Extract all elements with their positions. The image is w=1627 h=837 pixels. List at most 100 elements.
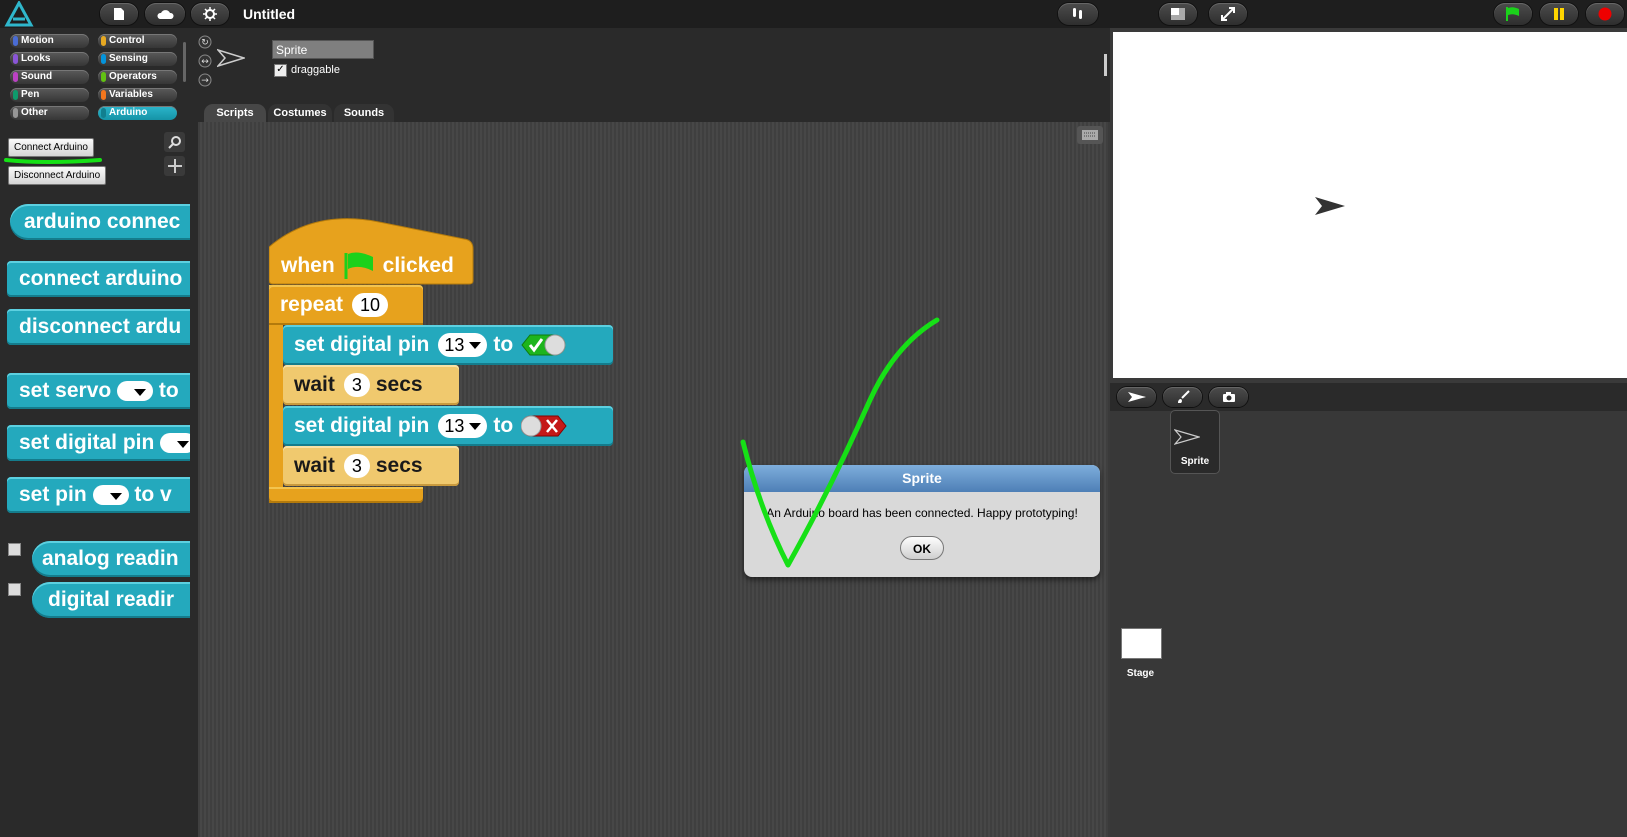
wait-block[interactable]: wait 3 secs bbox=[283, 446, 459, 486]
block-label: set digital pin bbox=[19, 431, 155, 454]
tab-costumes[interactable]: Costumes bbox=[268, 104, 332, 122]
green-flag-icon bbox=[1506, 7, 1519, 21]
category-color-dot bbox=[101, 108, 106, 118]
category-color-dot bbox=[101, 90, 106, 100]
category-color-dot bbox=[101, 54, 106, 64]
set-servo-block[interactable]: set servo to bbox=[7, 373, 190, 409]
boolean-false-toggle[interactable] bbox=[521, 414, 567, 438]
add-block-button[interactable] bbox=[164, 156, 185, 176]
block-label: connect arduino bbox=[19, 267, 183, 290]
wait-block[interactable]: wait 3 secs bbox=[283, 365, 459, 405]
green-flag-button[interactable] bbox=[1494, 3, 1532, 25]
block-label: to bbox=[493, 333, 514, 356]
analog-reading-reporter[interactable]: analog readin bbox=[32, 541, 190, 577]
pin-dropdown[interactable]: 13 bbox=[438, 414, 488, 438]
search-blocks-button[interactable] bbox=[164, 132, 185, 152]
block-label: secs bbox=[375, 454, 423, 477]
wait-seconds-input[interactable]: 3 bbox=[343, 454, 370, 478]
file-menu-button[interactable] bbox=[100, 3, 138, 25]
pause-icon bbox=[1554, 8, 1564, 20]
category-variables[interactable]: Variables bbox=[98, 88, 177, 102]
block-label: set pin bbox=[19, 483, 87, 506]
digital-reading-reporter[interactable]: digital readir bbox=[32, 582, 190, 618]
pin-slot[interactable] bbox=[160, 433, 190, 454]
set-digital-pin-block[interactable]: set digital pin 13 to bbox=[283, 325, 613, 365]
sprite-name-input[interactable]: Sprite bbox=[272, 40, 374, 59]
connect-arduino-block[interactable]: connect arduino bbox=[7, 261, 190, 297]
category-sound[interactable]: Sound bbox=[10, 70, 89, 84]
settings-button[interactable] bbox=[191, 3, 229, 25]
repeat-block-bottom bbox=[269, 487, 423, 503]
cloud-button[interactable] bbox=[145, 3, 185, 25]
boolean-true-toggle[interactable] bbox=[521, 333, 567, 357]
category-sensing[interactable]: Sensing bbox=[98, 52, 177, 66]
category-motion[interactable]: Motion bbox=[10, 34, 89, 48]
sprite-arrow-icon[interactable] bbox=[1314, 196, 1346, 216]
set-digital-pin-block[interactable]: set digital pin 13 to bbox=[283, 406, 613, 446]
tab-sounds[interactable]: Sounds bbox=[334, 104, 394, 122]
servo-slot[interactable] bbox=[117, 381, 154, 402]
category-label: Other bbox=[21, 107, 48, 118]
tab-scripts[interactable]: Scripts bbox=[204, 104, 266, 122]
pin-slot[interactable] bbox=[92, 485, 129, 506]
pause-button[interactable] bbox=[1540, 3, 1578, 25]
category-arduino[interactable]: Arduino bbox=[98, 106, 177, 120]
palette-blocks: arduino connec connect arduino disconnec… bbox=[0, 195, 190, 635]
block-label: wait bbox=[294, 373, 335, 396]
stage-size-button[interactable] bbox=[1159, 3, 1197, 25]
pane-resize-handle[interactable] bbox=[1104, 54, 1107, 76]
category-other[interactable]: Other bbox=[10, 106, 89, 120]
stop-icon bbox=[1598, 7, 1612, 21]
repeat-count-input[interactable]: 10 bbox=[352, 293, 389, 317]
set-digital-pin-block[interactable]: set digital pin bbox=[7, 425, 190, 461]
dropdown-arrow-icon bbox=[469, 341, 482, 349]
category-control[interactable]: Control bbox=[98, 34, 177, 48]
category-selector: Motion Looks Sound Pen Other Control Sen… bbox=[0, 32, 198, 132]
hat-label: when clicked bbox=[281, 251, 454, 281]
svg-text:→: → bbox=[201, 76, 209, 86]
block-label: set digital pin bbox=[294, 414, 430, 437]
camera-sprite-button[interactable] bbox=[1209, 387, 1248, 407]
sprite-thumbnail-arrow-icon bbox=[217, 48, 245, 68]
wait-seconds-input[interactable]: 3 bbox=[343, 373, 370, 397]
category-operators[interactable]: Operators bbox=[98, 70, 177, 84]
repeat-block[interactable]: repeat 10 bbox=[269, 285, 423, 325]
sprite-icon-sprite[interactable]: Sprite bbox=[1170, 410, 1220, 474]
expand-icon bbox=[1221, 7, 1235, 21]
rotation-style-icons[interactable]: ↻ ↔ → bbox=[197, 34, 213, 94]
category-label: Sensing bbox=[109, 53, 148, 64]
disconnect-arduino-block[interactable]: disconnect ardu bbox=[7, 309, 190, 345]
category-pen[interactable]: Pen bbox=[10, 88, 89, 102]
category-looks[interactable]: Looks bbox=[10, 52, 89, 66]
draggable-checkbox[interactable]: ✓ bbox=[274, 64, 287, 77]
block-label: repeat bbox=[280, 293, 344, 316]
paint-new-sprite-button[interactable] bbox=[1163, 387, 1202, 407]
category-label: Operators bbox=[109, 71, 157, 82]
sprite-icon-label: Sprite bbox=[1180, 456, 1210, 467]
search-icon bbox=[167, 136, 181, 149]
stop-button[interactable] bbox=[1586, 3, 1624, 25]
turbo-mode-button[interactable] bbox=[1058, 3, 1098, 25]
keyboard-entry-button[interactable] bbox=[1077, 126, 1103, 144]
fullscreen-button[interactable] bbox=[1209, 3, 1247, 25]
category-label: Looks bbox=[21, 53, 51, 64]
category-color-dot bbox=[101, 72, 106, 82]
block-label: disconnect ardu bbox=[19, 315, 182, 338]
snap4arduino-logo-icon[interactable] bbox=[3, 1, 35, 27]
category-color-dot bbox=[13, 36, 18, 46]
category-label: Sound bbox=[21, 71, 53, 82]
disconnect-arduino-button[interactable]: Disconnect Arduino bbox=[8, 166, 107, 185]
arduino-connected-reporter[interactable]: arduino connec bbox=[10, 204, 190, 240]
category-label: Control bbox=[109, 35, 145, 46]
add-turtle-sprite-button[interactable] bbox=[1117, 387, 1156, 407]
stage-thumbnail[interactable] bbox=[1121, 628, 1162, 659]
stage[interactable] bbox=[1113, 32, 1627, 378]
block-label: set digital pin bbox=[294, 333, 430, 356]
category-scrollbar[interactable] bbox=[183, 42, 186, 82]
stage-icon-label: Stage bbox=[1126, 668, 1155, 679]
digital-reading-checkbox[interactable] bbox=[8, 583, 21, 596]
set-pin-block[interactable]: set pin to v bbox=[7, 477, 190, 513]
analog-reading-checkbox[interactable] bbox=[8, 543, 21, 556]
when-flag-clicked-block[interactable]: when clicked bbox=[269, 217, 474, 285]
pin-dropdown[interactable]: 13 bbox=[438, 333, 488, 357]
